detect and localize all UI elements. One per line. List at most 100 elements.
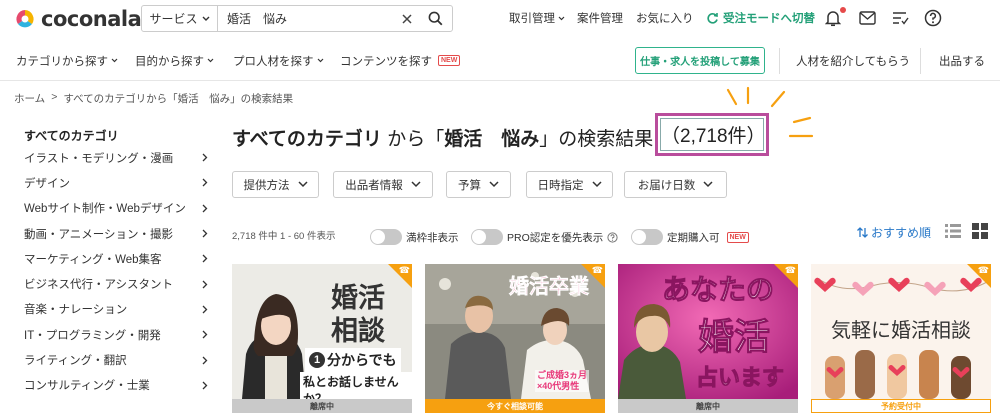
sidebar-item[interactable]: 音楽・ナレーション [24,297,214,322]
toggle-switch[interactable] [631,229,663,245]
toggle-switch[interactable] [370,229,402,245]
nav-projects[interactable]: 案件管理 [577,0,623,36]
card-status: 予約受付中 [811,399,991,413]
chevron-down-icon [411,181,421,188]
nav-favorites[interactable]: お気に入り [636,0,694,36]
nav-transactions-label: 取引管理 [509,13,555,25]
sidebar-item[interactable]: Webサイト制作・Webデザイン [24,196,214,221]
card-thumbnail: 婚活卒業 ご成婚3ヵ月 ×40代男性 [425,264,605,399]
title-keyword: 婚活 悩み [444,129,540,150]
logo-text: coconala [41,7,142,31]
chevron-right-icon [202,254,208,263]
page-title: すべてのカテゴリ から「 婚活 悩み 」の検索結果 [232,124,653,151]
task-list-icon[interactable] [892,11,909,25]
filter-label: お届け日数 [637,179,696,192]
service-card[interactable]: 婚活 相談 1 分からでも 私とお話しませんか？ ☎ 離席中 [232,264,412,413]
bell-icon[interactable] [825,9,841,27]
list-view-icon[interactable] [945,223,961,239]
sidebar-item-label: Webサイト制作・Webデザイン [24,203,186,216]
nav-refer[interactable]: 人材を紹介してもらう [796,40,910,81]
card-headline-main: 婚活 [697,316,770,359]
sidebar-item[interactable]: デザイン [24,170,214,195]
sidebar-item[interactable]: IT・プログラミング・開発 [24,322,214,347]
filter-label: 出品者情報 [345,179,403,192]
service-card[interactable]: あなたの 婚活 占います ☎ 離席中 [618,264,798,413]
nav-contents[interactable]: コンテンツを探す NEW [340,40,461,81]
sort-select[interactable]: おすすめ順 [856,224,931,241]
search-icon [428,11,442,26]
chevron-down-icon [703,181,713,188]
sidebar-item[interactable]: イラスト・モデリング・漫画 [24,145,214,170]
chevron-right-icon [202,305,208,314]
new-badge: NEW [438,55,461,66]
sidebar-item[interactable]: コンサルティング・士業 [24,373,214,398]
mode-switch-button[interactable]: 受注モードへ切替 [706,0,815,36]
chevron-down-icon [202,16,209,21]
chevron-down-icon [111,58,118,63]
nav-category-label: カテゴリから探す [16,55,108,68]
mail-icon[interactable] [859,11,876,25]
breadcrumb-home[interactable]: ホーム [14,91,45,106]
toggle-pro-priority[interactable]: PRO認定を優先表示 [471,229,618,245]
card-caption: 占います [695,365,784,392]
nav-favorites-label: お気に入り [636,13,694,25]
service-card[interactable]: 婚活卒業 ご成婚3ヵ月 ×40代男性 ☎ 今すぐ相談可能 [425,264,605,413]
sidebar-item[interactable]: ライティング・翻訳 [24,347,214,372]
card-subline: 1 分からでも [305,348,401,372]
toggle-label: 定期購入可 [667,231,720,244]
help-icon[interactable] [607,231,618,243]
search-category-select[interactable]: サービス [142,6,218,31]
filter-seller-info[interactable]: 出品者情報 [333,171,433,198]
card-subline-text: 分からでも [327,352,397,368]
card-headline: 婚活卒業 [509,274,590,299]
toggle-subscription[interactable]: 定期購入可 NEW [631,229,749,245]
breadcrumb-sep: > [51,91,58,103]
sidebar-item[interactable]: ビジネス代行・アシスタント [24,271,214,296]
post-job-button[interactable]: 仕事・求人を投稿して募集 [635,47,765,74]
sidebar-item-label: 動画・アニメーション・撮影 [24,228,174,241]
filter-delivery-days[interactable]: お届け日数 [624,171,727,198]
new-badge: NEW [726,231,749,243]
phone-icon: ☎ [977,265,989,275]
filter-budget[interactable]: 予算 [446,171,511,198]
card-number-badge: 1 [309,352,325,368]
search-input[interactable] [218,6,396,31]
sidebar-item-label: マーケティング・Web集客 [24,253,162,266]
nav-category[interactable]: カテゴリから探す [16,40,118,81]
nav-pro-talent-label: プロ人材を探す [233,55,314,68]
title-suffix: 」の検索結果 [539,129,654,150]
nav-purpose[interactable]: 目的から探す [135,40,214,81]
sort-icon [857,227,868,238]
filter-delivery-method[interactable]: 提供方法 [232,171,319,198]
card-headline-line: 相談 [331,316,385,347]
search-button[interactable] [418,11,452,26]
chevron-right-icon [202,356,208,364]
nav-refer-label: 人材を紹介してもらう [796,55,911,68]
logo[interactable]: coconala [14,7,142,31]
nav-sell[interactable]: 出品する [939,40,985,81]
refresh-icon [707,12,718,24]
card-thumbnail: 気軽に婚活相談 [811,264,991,399]
phone-icon: ☎ [591,265,603,275]
clear-icon[interactable] [396,13,418,24]
sidebar-item[interactable]: マーケティング・Web集客 [24,246,214,271]
service-card[interactable]: 気軽に婚活相談 ☎ 予約受付中 [811,264,991,413]
nav-purpose-label: 目的から探す [135,55,204,68]
toggle-hide-full[interactable]: 満枠非表示 [370,229,459,245]
nav-transactions[interactable]: 取引管理 [509,0,565,36]
chevron-right-icon [202,229,208,238]
help-icon[interactable] [924,9,942,27]
title-category: すべてのカテゴリ [232,129,382,150]
nav-pro-talent[interactable]: プロ人材を探す [233,40,324,81]
sidebar-heading[interactable]: すべてのカテゴリ [24,127,214,145]
toggle-label: 満枠非表示 [406,231,459,244]
grid-view-icon[interactable] [972,223,988,239]
sidebar-item[interactable]: 動画・アニメーション・撮影 [24,221,214,246]
filter-date[interactable]: 日時指定 [526,171,613,198]
chevron-down-icon [297,181,308,188]
filter-label: 予算 [458,179,481,192]
nav-projects-label: 案件管理 [577,13,623,25]
toggle-switch[interactable] [471,229,503,245]
filter-label: 日時指定 [537,179,584,192]
search-bar: サービス [141,5,453,32]
